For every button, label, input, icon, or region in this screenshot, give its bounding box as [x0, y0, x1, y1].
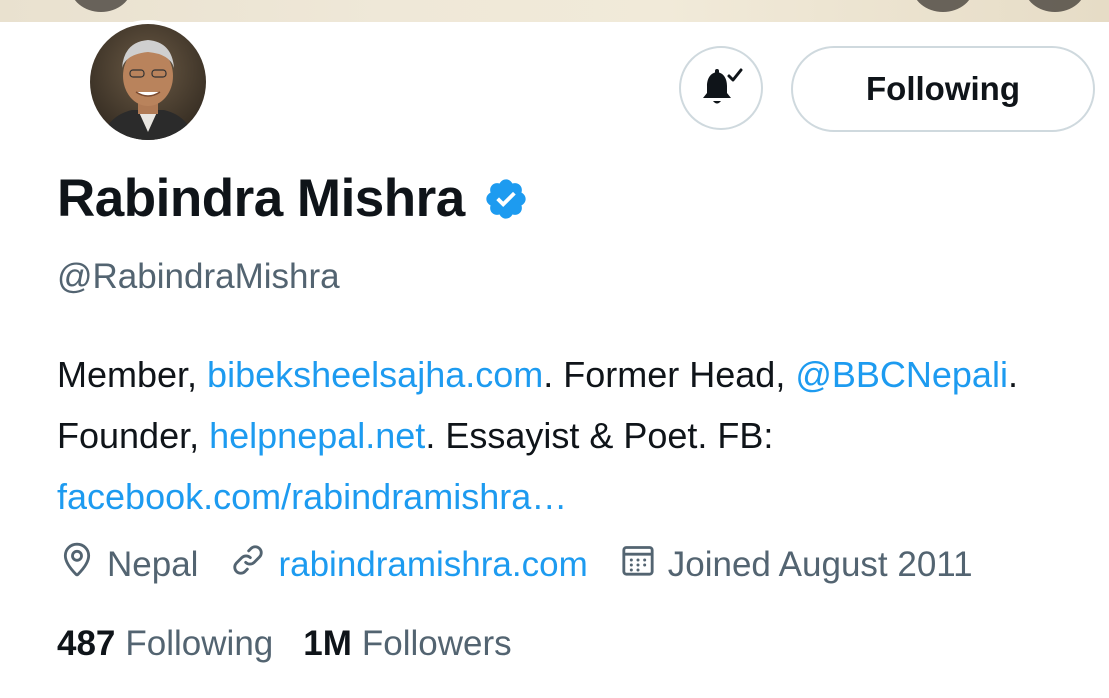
location-pin-icon — [57, 540, 107, 589]
bio-link-facebook[interactable]: facebook.com/rabindramishra… — [57, 476, 567, 517]
following-label: Following — [125, 624, 274, 663]
search-button[interactable] — [912, 0, 974, 12]
bio-mention-bbcnepali[interactable]: @BBCNepali — [795, 354, 1008, 395]
following-count: 487 — [57, 624, 116, 663]
location-text: Nepal — [107, 544, 199, 584]
profile-handle: @RabindraMishra — [57, 257, 340, 296]
notifications-button[interactable] — [679, 46, 763, 130]
bio-text: . Former Head, — [543, 354, 796, 395]
profile-name-row: Rabindra Mishra — [57, 172, 529, 225]
link-icon — [228, 540, 278, 589]
back-button[interactable] — [70, 0, 132, 12]
following-button[interactable]: Following — [791, 46, 1095, 132]
bio-text: Member, — [57, 354, 208, 395]
bio-text: . Essayist & Poet. FB: — [425, 415, 774, 456]
location-item: Nepal — [57, 540, 198, 589]
website-item[interactable]: rabindramishra.com — [228, 540, 588, 589]
profile-name: Rabindra Mishra — [57, 169, 465, 228]
calendar-icon — [618, 540, 668, 589]
followers-count: 1M — [303, 624, 352, 663]
follow-stats: 487 Following 1M Followers — [57, 624, 542, 664]
avatar[interactable] — [86, 20, 210, 144]
bell-subscribed-icon — [697, 62, 745, 115]
profile-banner — [0, 0, 1109, 22]
profile-meta: Nepal rabindramishra.com Joined August 2… — [57, 540, 973, 589]
more-button[interactable] — [1024, 0, 1086, 12]
followers-stat[interactable]: 1M Followers — [303, 624, 511, 664]
website-link[interactable]: rabindramishra.com — [278, 545, 587, 585]
joined-text: Joined August 2011 — [667, 544, 973, 584]
profile-bio: Member, bibeksheelsajha.com. Former Head… — [57, 344, 1067, 527]
bio-link-helpnepal[interactable]: helpnepal.net — [209, 415, 425, 456]
followers-label: Followers — [361, 624, 512, 663]
verified-badge-icon — [483, 176, 529, 222]
bio-link-bibeksheelsajha[interactable]: bibeksheelsajha.com — [207, 354, 543, 395]
joined-item: Joined August 2011 — [618, 540, 973, 589]
following-stat[interactable]: 487 Following — [57, 624, 273, 664]
